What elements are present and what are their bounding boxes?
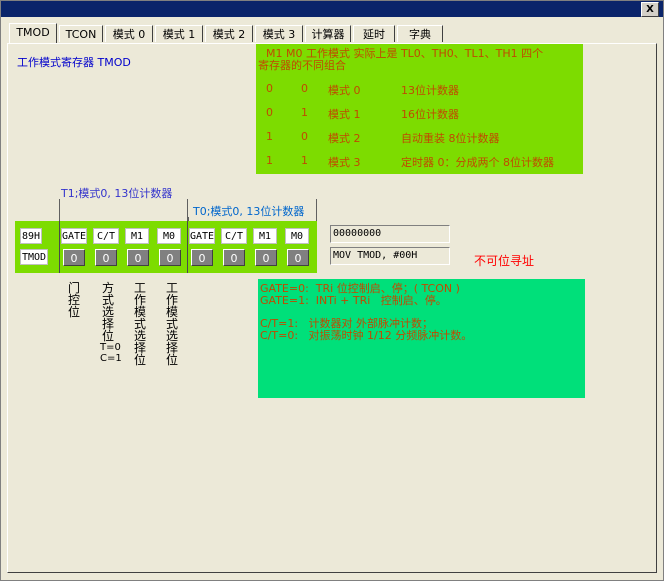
bit-description-box: GATE=0: TRi 位控制启、停；( TCON ) GATE=1: INTi… — [258, 279, 585, 398]
m1-description: 工作模式选择位 — [134, 281, 147, 367]
tab-dictionary[interactable]: 字典 — [397, 25, 443, 42]
mode-row-desc: 定时器 0：分成两个 8位计数器 — [401, 156, 554, 169]
bit-label-t1-ct: C/T — [93, 228, 119, 244]
mode-row-m0: 0 — [301, 130, 308, 143]
mode-row-desc: 16位计数器 — [401, 108, 459, 121]
mode-row-name: 模式 3 — [328, 156, 361, 169]
mode-row-desc: 自动重装 8位计数器 — [401, 132, 500, 145]
not-bit-addressable-label: 不可位寻址 — [474, 254, 535, 268]
t0-mode-label: T0;模式0, 13位计数器 — [193, 205, 305, 218]
binary-value-field[interactable]: 00000000 — [330, 225, 450, 243]
gate-description: 门控位 — [68, 281, 81, 319]
close-button[interactable]: X — [641, 2, 659, 17]
bit-divider — [59, 221, 60, 273]
mode-row-desc: 13位计数器 — [401, 84, 459, 97]
tab-delay[interactable]: 延时 — [353, 25, 395, 42]
mode-row-m0: 0 — [301, 82, 308, 95]
tab-tcon[interactable]: TCON — [59, 25, 103, 42]
mode-row-name: 模式 2 — [328, 132, 361, 145]
mode-row-m1: 1 — [266, 130, 273, 143]
bit-label-t1-m1: M1 — [125, 228, 149, 244]
bit-label-t0-m1: M1 — [253, 228, 277, 244]
m0-description: 工作模式选择位 — [166, 281, 179, 367]
bit-toggle-t0-m0[interactable]: 0 — [287, 249, 309, 266]
bit-toggle-t1-ct[interactable]: 0 — [95, 249, 117, 266]
tab-mode0[interactable]: 模式 0 — [105, 25, 153, 42]
register-name: TMOD — [20, 249, 48, 265]
title-bar[interactable]: X — [1, 1, 663, 17]
bit-divider — [187, 221, 188, 273]
desc-gate1: GATE=1: INTi + TRi 控制启、停。 — [260, 294, 447, 307]
ct-timer-value: T=0 — [100, 342, 121, 353]
bit-toggle-t1-m0[interactable]: 0 — [159, 249, 181, 266]
mode-row-m1: 0 — [266, 82, 273, 95]
bit-toggle-t0-gate[interactable]: 0 — [191, 249, 213, 266]
register-title: 工作模式寄存器 TMOD — [17, 56, 131, 69]
mode-header-line2: 寄存器的不同组合 — [258, 59, 346, 72]
t1-mode-label: T1;模式0, 13位计数器 — [61, 187, 173, 200]
mode-row-name: 模式 0 — [328, 84, 361, 97]
tab-mode2[interactable]: 模式 2 — [205, 25, 253, 42]
main-window: X TMOD TCON 模式 0 模式 1 模式 2 模式 3 计算器 延时 字… — [0, 0, 664, 581]
tab-mode3[interactable]: 模式 3 — [255, 25, 303, 42]
tab-mode1[interactable]: 模式 1 — [155, 25, 203, 42]
bit-label-t1-gate: GATE — [61, 228, 87, 244]
t0-bracket-line — [316, 199, 317, 221]
mode-row-m0: 1 — [301, 154, 308, 167]
register-address: 89H — [20, 228, 42, 244]
bit-label-t0-gate: GATE — [189, 228, 215, 244]
bit-label-t0-ct: C/T — [221, 228, 247, 244]
bit-label-t1-m0: M0 — [157, 228, 181, 244]
mode-table-box: M1 M0 工作模式 实际上是 TL0、TH0、TL1、TH1 四个 寄存器的不… — [256, 44, 583, 174]
tmod-register-block: 89H TMOD GATE C/T M1 M0 GATE C/T M1 M0 0… — [15, 221, 317, 273]
bit-toggle-t1-m1[interactable]: 0 — [127, 249, 149, 266]
asm-instruction-field[interactable]: MOV TMOD, #00H — [330, 247, 450, 265]
mode-row-m1: 0 — [266, 106, 273, 119]
tab-tmod[interactable]: TMOD — [9, 23, 57, 43]
mode-row-m1: 1 — [266, 154, 273, 167]
desc-ct0: C/T=0: 对振荡时钟 1/12 分频脉冲计数。 — [260, 329, 473, 342]
bit-toggle-t0-ct[interactable]: 0 — [223, 249, 245, 266]
ct-counter-value: C=1 — [100, 353, 122, 364]
tab-calculator[interactable]: 计算器 — [305, 25, 351, 42]
mode-row-name: 模式 1 — [328, 108, 361, 121]
ct-description: 方式选择位 — [102, 281, 115, 343]
t1-bracket-line — [59, 199, 60, 221]
mode-row-m0: 1 — [301, 106, 308, 119]
bit-toggle-t0-m1[interactable]: 0 — [255, 249, 277, 266]
bit-label-t0-m0: M0 — [285, 228, 309, 244]
bit-toggle-t1-gate[interactable]: 0 — [63, 249, 85, 266]
